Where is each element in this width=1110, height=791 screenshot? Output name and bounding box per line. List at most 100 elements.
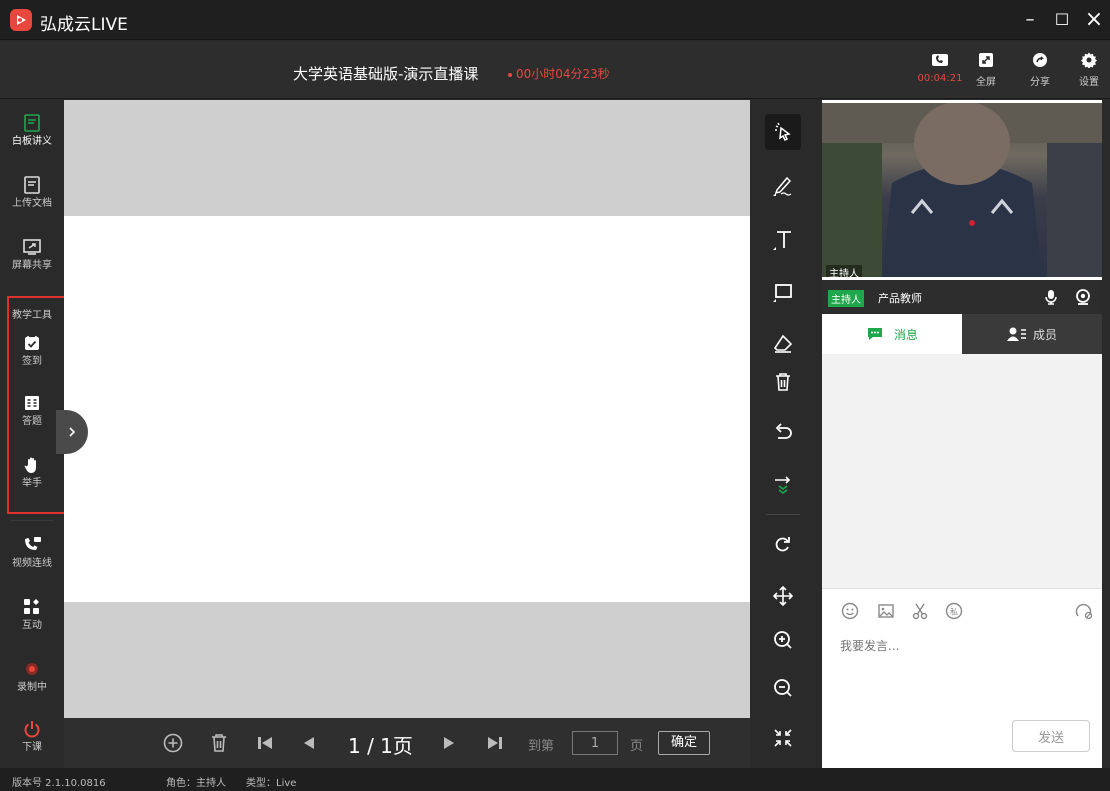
confirm-page-button[interactable]: 确定 (658, 731, 710, 755)
add-page-icon[interactable] (162, 732, 184, 754)
raise-hand-icon (0, 452, 64, 478)
expand-down-icon (775, 476, 791, 494)
sidebar-label: 视频连线 (12, 558, 52, 569)
svg-text:私: 私 (950, 608, 958, 617)
page-number-input[interactable] (572, 731, 618, 755)
course-title: 大学英语基础版-演示直播课 (293, 65, 479, 83)
chat-input-area: 私 发送 (822, 588, 1102, 768)
share-icon (1014, 49, 1066, 71)
goto-label: 到第 (528, 739, 555, 754)
sidebar-item-recording[interactable]: 录制中 (0, 656, 64, 694)
sidebar-item-interaction[interactable]: 互动 (0, 594, 64, 632)
drawing-toolbar (750, 100, 816, 768)
delete-page-icon[interactable] (208, 732, 230, 754)
close-button[interactable]: × (1082, 8, 1106, 32)
sidebar-label: 签到 (22, 356, 42, 367)
right-panel: 主持人 主持人 产品教师 消息 成员 私 我要发言... 发送 (822, 100, 1102, 768)
power-icon (0, 716, 64, 742)
sidebar-label: 录制中 (17, 682, 47, 693)
sidebar-item-upload-document[interactable]: 上传文档 (0, 172, 64, 210)
undo-tool[interactable] (765, 414, 801, 450)
previous-page-icon[interactable] (298, 732, 320, 754)
text-tool[interactable] (765, 222, 801, 258)
rotate-tool[interactable] (765, 526, 801, 562)
video-link-icon (0, 532, 64, 558)
chat-message-list[interactable] (822, 354, 1102, 588)
chat-tabs: 消息 成员 (822, 314, 1102, 354)
eraser-icon (773, 334, 793, 353)
pen-tool[interactable] (765, 168, 801, 204)
text-icon (773, 231, 791, 250)
shape-tool[interactable] (765, 274, 801, 310)
sidebar-item-quiz[interactable]: 答题 (0, 390, 64, 428)
fullscreen-button[interactable]: 全屏 (960, 49, 1012, 88)
clear-tool[interactable] (765, 364, 801, 400)
zoom-out-icon (774, 679, 792, 697)
first-page-icon[interactable] (254, 732, 276, 754)
trash-icon (776, 373, 790, 391)
minimize-button[interactable]: – (1018, 8, 1042, 32)
emoji-icon[interactable] (840, 601, 860, 621)
share-button[interactable]: 分享 (1014, 49, 1066, 88)
sidebar-item-end-class[interactable]: 下课 (0, 716, 64, 754)
settings-button[interactable]: 设置 (1063, 49, 1110, 88)
fullscreen-icon (960, 49, 1012, 71)
whiteboard-page[interactable] (64, 216, 750, 602)
video-call-button[interactable]: 00:04:21 (914, 49, 966, 84)
move-tool[interactable] (765, 578, 801, 614)
elapsed-text: 00小时04分23秒 (516, 67, 610, 81)
private-chat-icon[interactable]: 私 (944, 601, 964, 621)
host-info-bar: 主持人 产品教师 (822, 280, 1102, 314)
chat-input[interactable] (840, 639, 1080, 653)
page-navigator: 1 / 1页 到第 页 确定 (64, 718, 750, 768)
more-tools-toggle[interactable] (765, 468, 801, 504)
camera-icon[interactable] (1074, 288, 1092, 306)
members-icon (1006, 327, 1026, 341)
fullscreen-label: 全屏 (976, 77, 996, 88)
app-window: 弘成云LIVE – ☐ × 大学英语基础版-演示直播课 00小时04分23秒 0… (0, 0, 1110, 791)
image-icon[interactable] (876, 601, 896, 621)
interaction-icon (0, 594, 64, 620)
quiz-icon (0, 390, 64, 416)
maximize-button[interactable]: ☐ (1050, 8, 1074, 32)
next-page-icon[interactable] (438, 732, 460, 754)
whiteboard-canvas[interactable] (64, 100, 750, 718)
sidebar-label: 下课 (22, 742, 42, 753)
app-name: 弘成云LIVE (40, 15, 128, 35)
sidebar-label: 白板讲义 (12, 136, 52, 147)
microphone-icon[interactable] (1042, 288, 1060, 306)
sidebar-item-video-link[interactable]: 视频连线 (0, 532, 64, 570)
tab-members[interactable]: 成员 (962, 314, 1102, 354)
select-tool[interactable] (765, 114, 801, 150)
type-text: 类型：Live (246, 778, 297, 789)
sidebar-item-raise-hand[interactable]: 举手 (0, 452, 64, 490)
tab-members-label: 成员 (1032, 327, 1057, 342)
last-page-icon[interactable] (484, 732, 506, 754)
mute-chat-icon[interactable] (1074, 601, 1094, 621)
tab-messages[interactable]: 消息 (822, 314, 962, 354)
host-video-feed[interactable]: 主持人 (822, 103, 1102, 277)
sidebar-item-checkin[interactable]: 签到 (0, 330, 64, 368)
settings-label: 设置 (1079, 77, 1099, 88)
zoom-out-tool[interactable] (765, 670, 801, 706)
sidebar-label: 答题 (22, 416, 42, 427)
fit-screen-tool[interactable] (765, 720, 801, 756)
gear-icon (1063, 49, 1110, 71)
whiteboard-icon (0, 110, 64, 136)
app-logo (10, 9, 32, 31)
sidebar-divider (10, 520, 54, 521)
sidebar-item-whiteboard[interactable]: 白板讲义 (0, 110, 64, 148)
course-elapsed-timer: 00小时04分23秒 (508, 65, 610, 82)
zoom-in-tool[interactable] (765, 622, 801, 658)
rotate-icon (775, 537, 790, 552)
eraser-tool[interactable] (765, 326, 801, 362)
version-text: 版本号 2.1.10.0816 (12, 778, 106, 789)
sidebar-item-screen-share[interactable]: 屏幕共享 (0, 234, 64, 272)
pen-icon (773, 176, 792, 196)
host-name: 产品教师 (878, 292, 922, 305)
send-button[interactable]: 发送 (1012, 720, 1090, 752)
screenshot-icon[interactable] (910, 601, 930, 621)
sidebar-label: 互动 (22, 620, 42, 631)
pointer-icon (775, 122, 791, 142)
role-text: 角色：主持人 (166, 778, 226, 789)
